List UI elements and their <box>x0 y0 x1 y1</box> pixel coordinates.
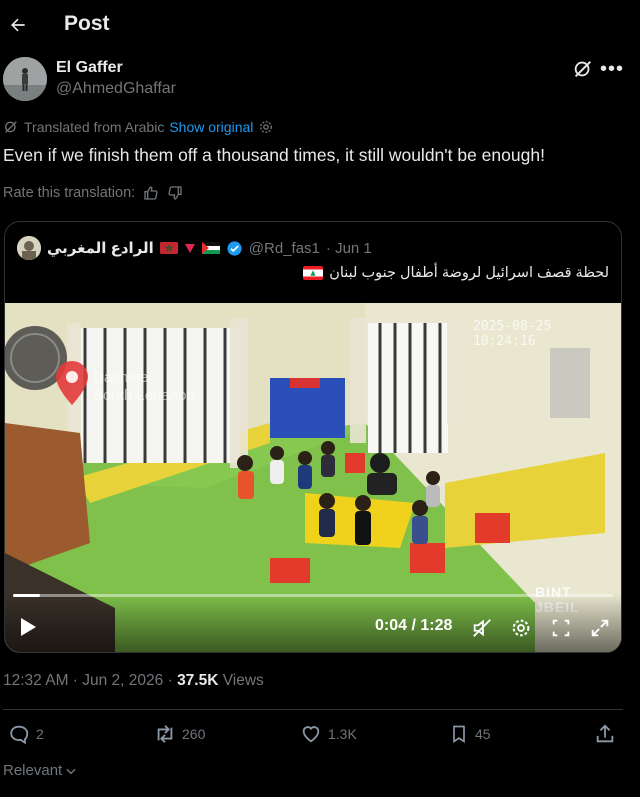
thumbs-up-icon[interactable] <box>143 185 159 201</box>
play-icon[interactable] <box>19 617 37 642</box>
quoted-post-text-row: لحظة قصف اسرائيل لروضة أطفال جنوب لبنان <box>303 265 609 281</box>
post-meta: 12:32 AM · Jun 2, 2026 · 37.5K Views <box>3 672 264 690</box>
picture-in-picture-icon[interactable] <box>550 617 572 639</box>
quoted-post-date[interactable]: · Jun 1 <box>326 240 372 257</box>
quoted-post[interactable]: الرادع المغربي @Rd_fas1 · Jun 1 لحظة قصف… <box>4 221 622 653</box>
video-duration: 1:28 <box>420 617 453 634</box>
heart-icon <box>302 726 320 743</box>
back-arrow-icon[interactable] <box>6 13 30 37</box>
action-bar: 2 260 1.3K 45 <box>0 723 640 751</box>
repost-button[interactable]: 260 <box>154 723 205 745</box>
gear-icon[interactable] <box>258 119 274 135</box>
like-button[interactable]: 1.3K <box>300 723 357 745</box>
morocco-flag-icon <box>159 242 178 254</box>
bookmark-button[interactable]: 45 <box>449 723 491 745</box>
quoted-author-handle[interactable]: @Rd_fas1 <box>249 240 320 257</box>
views-label: Views <box>218 672 264 689</box>
like-count: 1.3K <box>328 726 357 742</box>
repost-count: 260 <box>182 726 206 742</box>
bookmark-count: 45 <box>475 726 491 742</box>
verified-badge-icon <box>227 240 242 256</box>
quoted-author-name[interactable]: الرادع المغربي <box>47 239 154 257</box>
quoted-author-avatar[interactable] <box>17 236 41 260</box>
quoted-post-text: لحظة قصف اسرائيل لروضة أطفال جنوب لبنان <box>329 265 609 281</box>
views-count: 37.5K <box>177 672 219 689</box>
page-title: Post <box>64 12 110 35</box>
reply-icon <box>10 725 29 745</box>
rate-translation-label: Rate this translation: <box>3 185 136 201</box>
red-triangle-icon <box>184 244 195 253</box>
post-timestamp[interactable]: 12:32 AM · Jun 2, 2026 · <box>3 672 177 689</box>
palestine-flag-icon <box>201 242 220 254</box>
translation-note: Translated from Arabic Show original <box>3 119 274 135</box>
video-player[interactable]: 2025-08-25 10:24:16 Dachine South Lebano… <box>5 303 621 652</box>
share-button[interactable] <box>594 723 616 745</box>
mute-icon[interactable] <box>471 617 493 639</box>
repost-icon <box>157 725 173 743</box>
sort-dropdown[interactable]: Relevant <box>3 762 78 779</box>
author-handle[interactable]: @AhmedGhaffar <box>56 80 176 98</box>
author-name[interactable]: El Gaffer <box>56 59 123 77</box>
video-timestamp-overlay: 2025-08-25 10:24:16 <box>473 319 552 349</box>
grok-icon[interactable] <box>572 58 594 80</box>
share-icon <box>596 724 614 743</box>
rate-translation: Rate this translation: <box>3 185 183 201</box>
settings-gear-icon[interactable] <box>510 617 532 639</box>
top-bar: Post <box>0 0 640 50</box>
video-progress-fill <box>13 594 40 597</box>
bookmark-icon <box>453 725 465 744</box>
fullscreen-icon[interactable] <box>589 617 611 639</box>
video-location-overlay: Dachine South Lebanon <box>93 369 195 404</box>
video-progress-bar[interactable] <box>13 594 613 597</box>
thumbs-down-icon[interactable] <box>167 185 183 201</box>
translated-from-label: Translated from Arabic <box>24 119 165 135</box>
more-options-icon[interactable]: ••• <box>600 58 624 80</box>
chevron-down-icon <box>66 768 76 774</box>
video-current-time: 0:04 <box>375 617 408 634</box>
divider <box>3 709 623 710</box>
quoted-post-header: الرادع المغربي @Rd_fas1 · Jun 1 <box>17 236 372 260</box>
lebanon-flag-icon <box>303 266 324 280</box>
translate-icon <box>4 121 17 133</box>
reply-button[interactable]: 2 <box>8 723 44 745</box>
post-text: Even if we finish them off a thousand ti… <box>3 145 545 165</box>
sort-label: Relevant <box>3 762 63 779</box>
reply-count: 2 <box>36 726 44 742</box>
video-time: 0:04 / 1:28 <box>375 617 453 634</box>
show-original-link[interactable]: Show original <box>169 119 253 135</box>
author-avatar[interactable] <box>3 57 47 101</box>
